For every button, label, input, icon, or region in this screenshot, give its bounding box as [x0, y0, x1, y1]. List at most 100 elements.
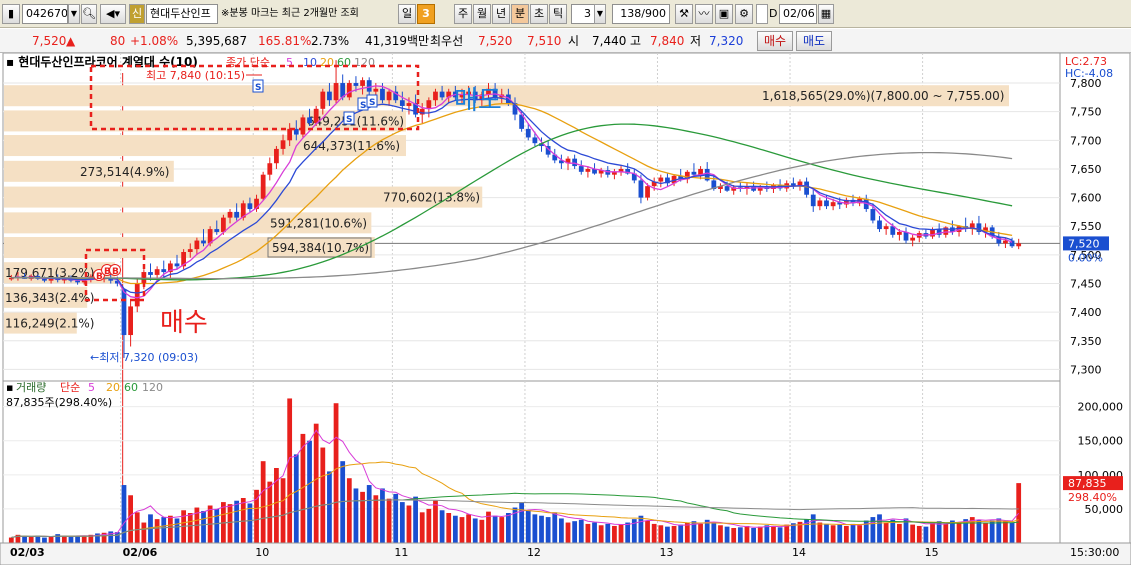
candle-body: [333, 83, 339, 101]
buy-annotation-text: 매수: [160, 308, 208, 338]
hc-label: HC:-4.08: [1065, 67, 1113, 80]
volume-bar: [757, 526, 763, 543]
chart-type-icon[interactable]: ▮: [2, 4, 20, 24]
dropdown-icon[interactable]: ▼: [68, 4, 80, 24]
candle-body: [320, 91, 326, 109]
speaker-icon[interactable]: ◀▾: [100, 4, 126, 24]
notice-label: 분봉 마크는 최근 2개월만 조회: [229, 8, 359, 19]
sell-button[interactable]: 매도: [796, 31, 832, 51]
quote-bar: 7,520 ▲ 80 +1.08% 5,395,687 165.81% 2.73…: [0, 29, 1131, 53]
line-tool-icon[interactable]: 〰: [695, 4, 713, 24]
candle-body: [883, 226, 889, 230]
candle-body: [247, 203, 253, 210]
stock-code-input[interactable]: 042670: [22, 4, 68, 24]
sell-marker-label: S: [369, 98, 375, 108]
candle-body: [804, 181, 809, 195]
x-axis-label: 13: [659, 546, 673, 559]
price-tick-label: 7,750: [1070, 106, 1102, 119]
period-button-day[interactable]: 일: [398, 4, 416, 24]
chart-area: 1,618,565(29.0%)(7,800.00 ~ 7,755.00) 649…: [0, 52, 1131, 565]
candle-body: [691, 171, 697, 175]
volume-bar: [684, 522, 690, 543]
volume-bar: [307, 440, 312, 543]
x-axis-label: 12: [527, 546, 541, 559]
period-button-year[interactable]: 년: [492, 4, 510, 24]
period-button-3[interactable]: 3: [417, 4, 435, 24]
candle-body: [148, 272, 153, 275]
settings-icon[interactable]: ⚙: [735, 4, 753, 24]
date-input[interactable]: 02/06: [779, 4, 817, 24]
x-axis-bar: [0, 542, 1131, 565]
volume-bar: [393, 493, 399, 543]
candle-body: [313, 108, 319, 124]
price-tick-label: 7,450: [1070, 278, 1102, 291]
volume-bar: [201, 510, 206, 543]
volume-bar: [360, 491, 365, 543]
buy-button[interactable]: 매수: [757, 31, 793, 51]
save-icon[interactable]: ▣: [715, 4, 733, 24]
candle-body: [221, 217, 226, 232]
toolbar: ▮ 042670 ▼ 🔍︎ ◀▾ 신 현대두산인프 ※분봉 마크는 최근 2개월…: [0, 0, 1131, 28]
profile-label: 136,343(2.4%): [5, 291, 94, 305]
notice-text: ※분봉 마크는 최근 2개월만 조회: [221, 5, 359, 23]
volume-ma-period: 120: [142, 381, 163, 394]
period-button-second[interactable]: 초: [530, 4, 548, 24]
volume-bar: [572, 521, 578, 543]
candle-body: [366, 80, 372, 92]
low-label: 저: [690, 34, 702, 48]
volume-bar: [499, 517, 505, 543]
candle-body: [724, 186, 730, 191]
volume-ma-period: 60: [124, 381, 138, 394]
volume-bar: [678, 524, 684, 543]
volume-bar: [267, 481, 273, 543]
volume-bar: [399, 502, 405, 543]
interval-select[interactable]: 3: [571, 4, 595, 24]
volume-bar: [850, 523, 856, 543]
volume-bar: [346, 478, 352, 543]
volume-bar: [777, 527, 783, 543]
candle-body: [194, 240, 200, 250]
volume-bar: [1009, 522, 1015, 543]
checkbox-icon[interactable]: [756, 4, 768, 24]
volume-bar: [380, 488, 385, 543]
period-button-minute[interactable]: 분: [511, 4, 529, 24]
period-button-week[interactable]: 주: [454, 4, 472, 24]
candle-body: [830, 202, 836, 207]
candle-body: [346, 83, 352, 98]
x-axis-label: 02/06: [123, 546, 158, 559]
volume-bar: [552, 512, 558, 543]
high-price-label: 최고 7,840 (10:15): [146, 69, 245, 82]
volume-ma-period: 5: [88, 381, 95, 394]
volume-last-label: 87,835주(298.40%): [6, 396, 112, 409]
search-icon[interactable]: 🔍︎: [81, 4, 97, 24]
tool-icon[interactable]: ⚒: [675, 4, 693, 24]
volume-bar: [373, 495, 379, 543]
volume-bar: [671, 525, 677, 543]
volume-bar: [479, 519, 485, 543]
price-tick-label: 7,550: [1070, 220, 1102, 233]
candle-body: [645, 186, 650, 198]
volume-bar: [810, 514, 816, 543]
x-axis-label: 14: [792, 546, 806, 559]
volume-bar: [638, 515, 644, 543]
calendar-icon[interactable]: ▦: [818, 4, 834, 24]
profile-label: 594,384(10.7%): [272, 241, 369, 255]
interval-dropdown-icon[interactable]: ▼: [594, 4, 606, 24]
volume-bar: [141, 522, 147, 543]
price-change: 80: [110, 34, 126, 48]
candle-body: [280, 140, 286, 149]
price-tick-label: 7,700: [1070, 134, 1102, 147]
period-button-tick[interactable]: 틱: [549, 4, 567, 24]
period-button-month[interactable]: 월: [473, 4, 491, 24]
volume-tick-label: 200,000: [1078, 401, 1124, 414]
candle-body: [419, 108, 425, 115]
volume-bar: [134, 512, 140, 543]
high-label: 고: [630, 34, 642, 48]
volume-bar: [559, 518, 564, 543]
volume-bar: [386, 498, 392, 543]
volume-bar: [121, 485, 127, 543]
volume-bar: [42, 537, 47, 543]
price-chart-svg[interactable]: 1,618,565(29.0%)(7,800.00 ~ 7,755.00) 649…: [0, 52, 1131, 565]
volume-bar: [744, 525, 750, 543]
volume-bar: [651, 523, 657, 543]
